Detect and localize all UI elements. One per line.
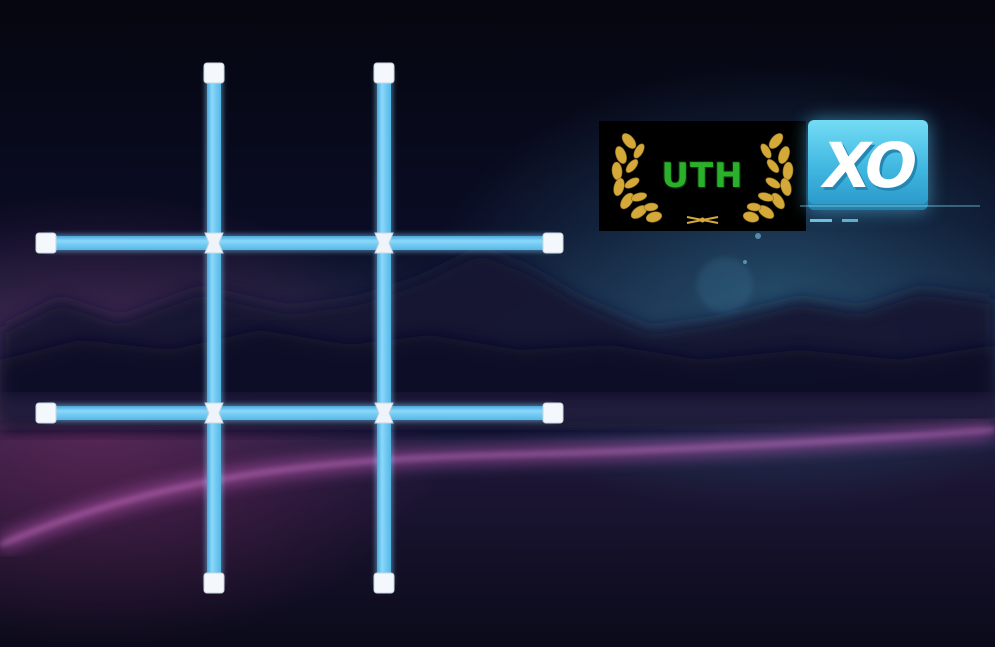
grid-cap <box>35 232 57 254</box>
grid-cap <box>35 402 57 424</box>
grid-line-horizontal-top <box>50 236 550 250</box>
board-cell-4[interactable] <box>224 253 374 403</box>
grid-line-vertical-left <box>207 76 221 581</box>
grid-cap <box>373 572 395 594</box>
board-cell-5[interactable] <box>394 253 544 403</box>
badge-label: UTH <box>661 156 744 196</box>
board-cell-7[interactable] <box>224 423 374 578</box>
xo-logo-text: XO <box>816 129 920 202</box>
grid-cap <box>542 232 564 254</box>
grid-cap <box>373 62 395 84</box>
uth-badge: UTH <box>599 121 806 231</box>
xo-logo-icon: XO <box>808 120 928 210</box>
board-cell-1[interactable] <box>224 78 374 233</box>
grid-cap <box>542 402 564 424</box>
grid-cap <box>203 62 225 84</box>
board-cell-2[interactable] <box>394 78 544 233</box>
board-cell-8[interactable] <box>394 423 544 578</box>
grid-cap <box>203 572 225 594</box>
board-cell-3[interactable] <box>56 253 204 403</box>
grid-line-horizontal-bottom <box>50 406 550 420</box>
board-cell-6[interactable] <box>56 423 204 578</box>
board-cell-0[interactable] <box>56 78 204 233</box>
grid-line-vertical-right <box>377 76 391 581</box>
